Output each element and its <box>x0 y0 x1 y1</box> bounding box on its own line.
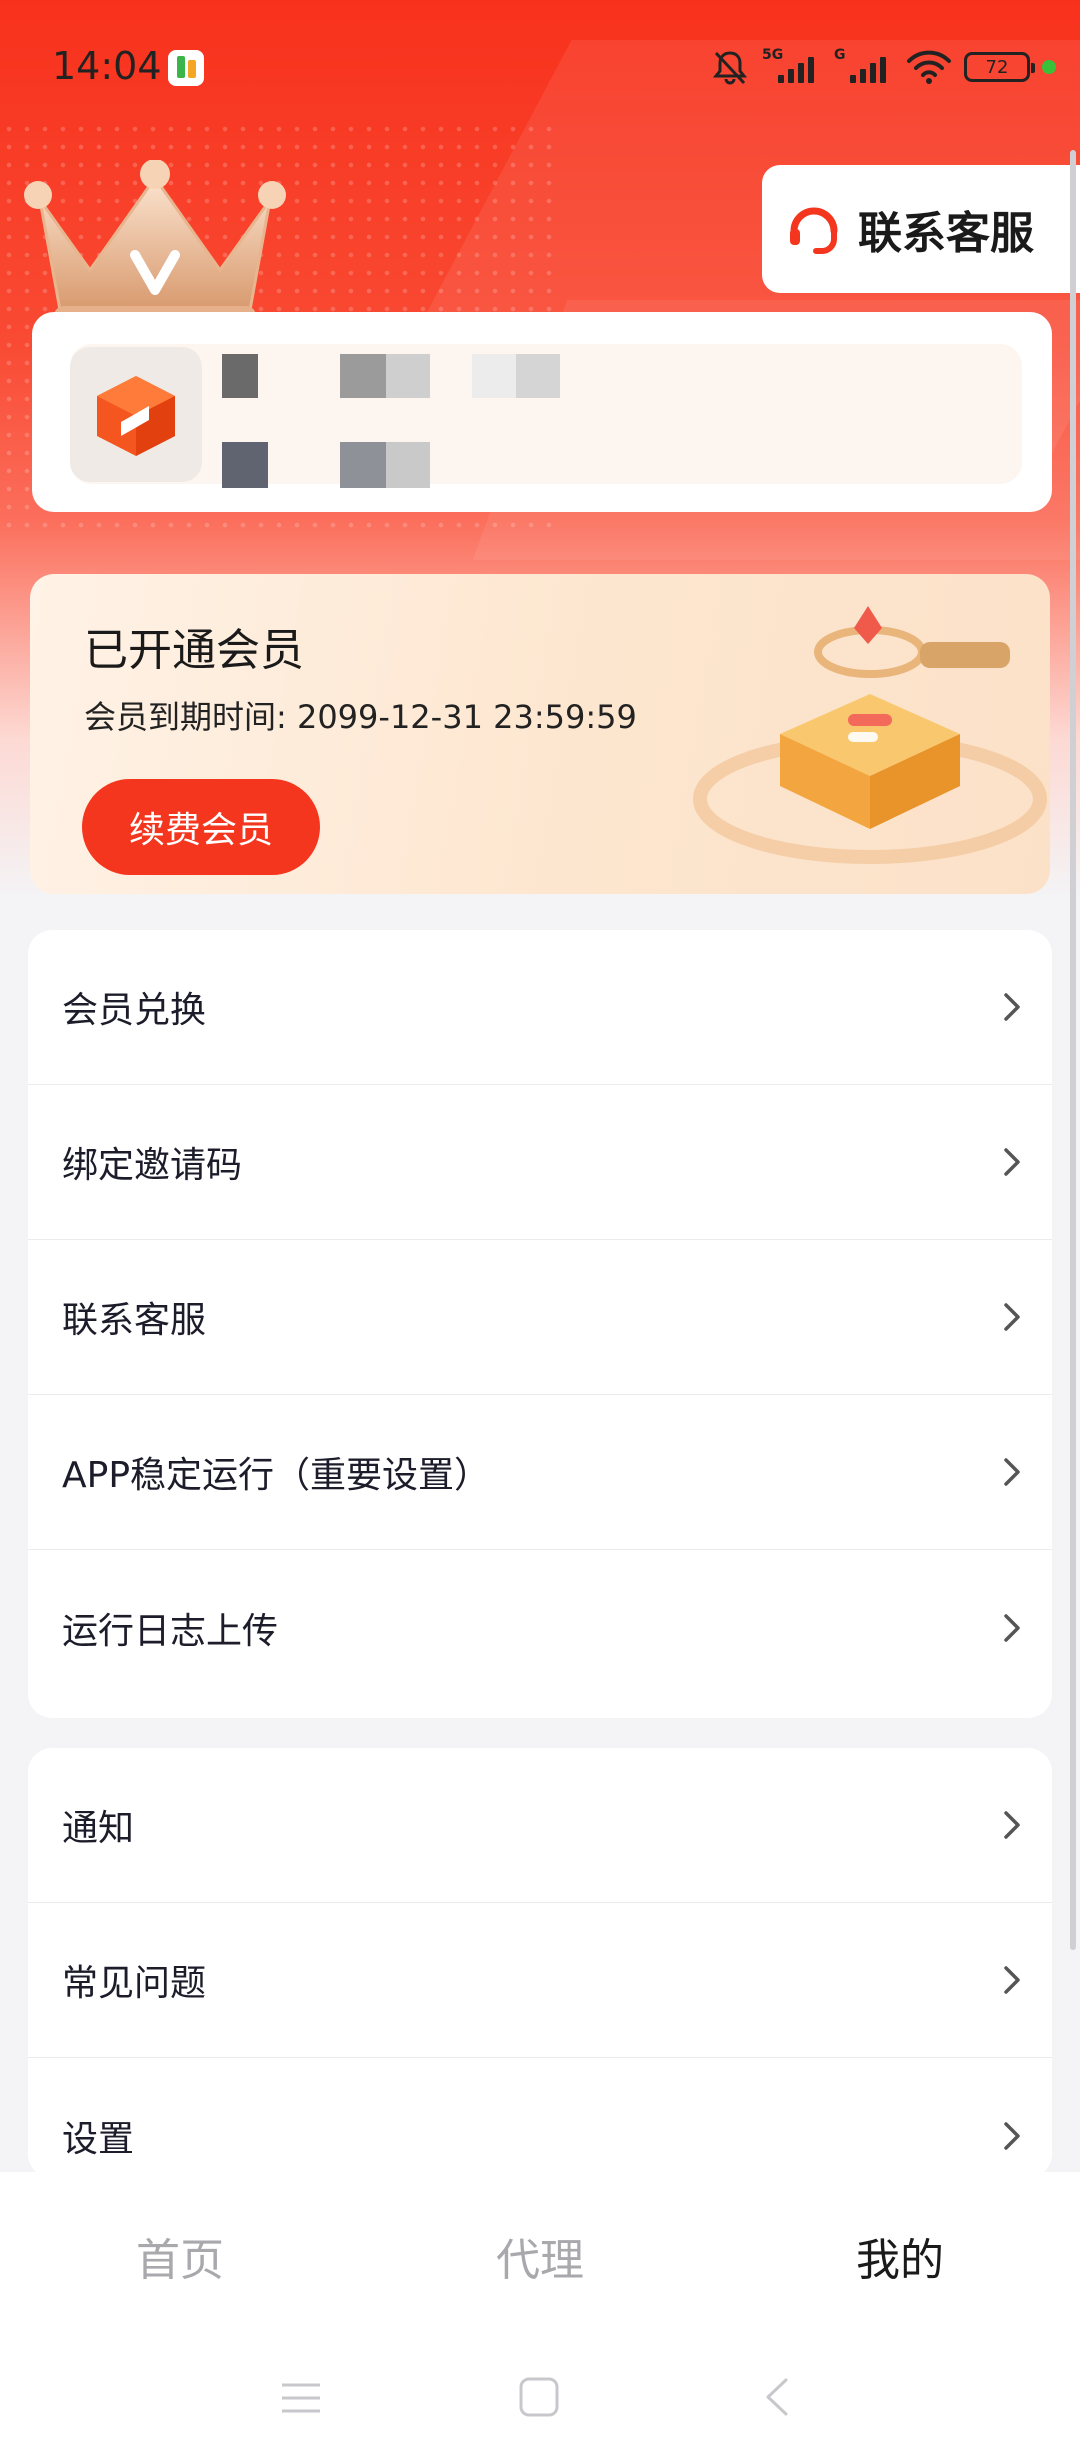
battery-level: 72 <box>985 56 1009 78</box>
chevron-right-icon <box>1004 1303 1020 1331</box>
menu-item-faq[interactable]: 常见问题 <box>28 1903 1052 2058</box>
chevron-right-icon <box>1004 2121 1020 2150</box>
app-notification-icon <box>168 50 204 86</box>
menu-item-label: 通知 <box>62 1808 135 1849</box>
home-icon[interactable] <box>518 2376 560 2418</box>
mute-bell-icon <box>712 51 748 85</box>
menu-icon[interactable] <box>280 2380 322 2416</box>
tab-agent[interactable]: 代理 <box>360 2172 720 2340</box>
contact-service-label: 联系客服 <box>858 208 1034 259</box>
status-time: 14:04 <box>52 44 162 88</box>
chevron-right-icon <box>1004 1811 1020 1839</box>
redacted-username <box>222 354 582 400</box>
back-icon[interactable] <box>762 2376 792 2418</box>
status-icons: 5G G 72 <box>710 44 1056 90</box>
wifi-icon <box>907 50 951 84</box>
green-indicator-dot <box>1042 60 1056 74</box>
menu-item-bind-invite-code[interactable]: 绑定邀请码 <box>28 1085 1052 1240</box>
headset-icon <box>790 207 838 254</box>
menu-group-primary: 会员兑换 绑定邀请码 联系客服 APP稳定运行（重要设置） 运行日志上传 <box>28 930 1052 1718</box>
chevron-right-icon <box>1004 993 1020 1021</box>
profile-card <box>32 312 1052 512</box>
contact-service-button[interactable]: 联系客服 <box>762 165 1080 293</box>
chevron-right-icon <box>1004 1458 1020 1486</box>
menu-item-label: 运行日志上传 <box>62 1610 279 1652</box>
bottom-tab-bar: 首页 代理 我的 <box>0 2172 1080 2340</box>
menu-item-label: 会员兑换 <box>62 990 207 1031</box>
tab-mine[interactable]: 我的 <box>720 2172 1080 2340</box>
membership-card: 已开通会员 会员到期时间: 2099-12-31 23:59:59 续费会员 <box>30 574 1050 894</box>
menu-item-app-stable-run[interactable]: APP稳定运行（重要设置） <box>28 1395 1052 1550</box>
membership-illustration <box>693 606 1047 864</box>
system-nav-bar <box>0 2340 1080 2460</box>
menu-item-member-redeem[interactable]: 会员兑换 <box>28 930 1052 1085</box>
renew-membership-button[interactable]: 续费会员 <box>82 779 320 875</box>
app-logo-icon <box>97 375 175 456</box>
menu-item-notifications[interactable]: 通知 <box>28 1748 1052 1903</box>
menu-item-label: APP稳定运行（重要设置） <box>62 1455 491 1496</box>
menu-item-label: 设置 <box>62 2118 135 2160</box>
tab-home[interactable]: 首页 <box>0 2172 360 2340</box>
menu-item-upload-log[interactable]: 运行日志上传 <box>28 1550 1052 1705</box>
signal-icon: 5G <box>762 47 822 87</box>
redacted-user-id <box>222 442 522 488</box>
chevron-right-icon <box>1004 1966 1020 1994</box>
chevron-right-icon <box>1004 1613 1020 1642</box>
scrollbar[interactable] <box>1070 150 1076 1950</box>
chevron-right-icon <box>1004 1148 1020 1176</box>
menu-group-secondary: 通知 常见问题 设置 <box>28 1748 1052 2178</box>
menu-item-label: 联系客服 <box>62 1300 207 1341</box>
battery-icon: 72 <box>964 52 1035 82</box>
menu-item-label: 绑定邀请码 <box>62 1145 243 1186</box>
signal-icon: G <box>834 47 894 87</box>
membership-title: 已开通会员 <box>84 625 304 676</box>
menu-item-contact-service[interactable]: 联系客服 <box>28 1240 1052 1395</box>
membership-expire-time: 会员到期时间: 2099-12-31 23:59:59 <box>84 698 637 736</box>
menu-item-settings[interactable]: 设置 <box>28 2058 1052 2178</box>
menu-item-label: 常见问题 <box>62 1963 207 2004</box>
avatar[interactable] <box>70 347 202 482</box>
status-bar: 14:04 5G G 72 <box>0 0 1080 135</box>
